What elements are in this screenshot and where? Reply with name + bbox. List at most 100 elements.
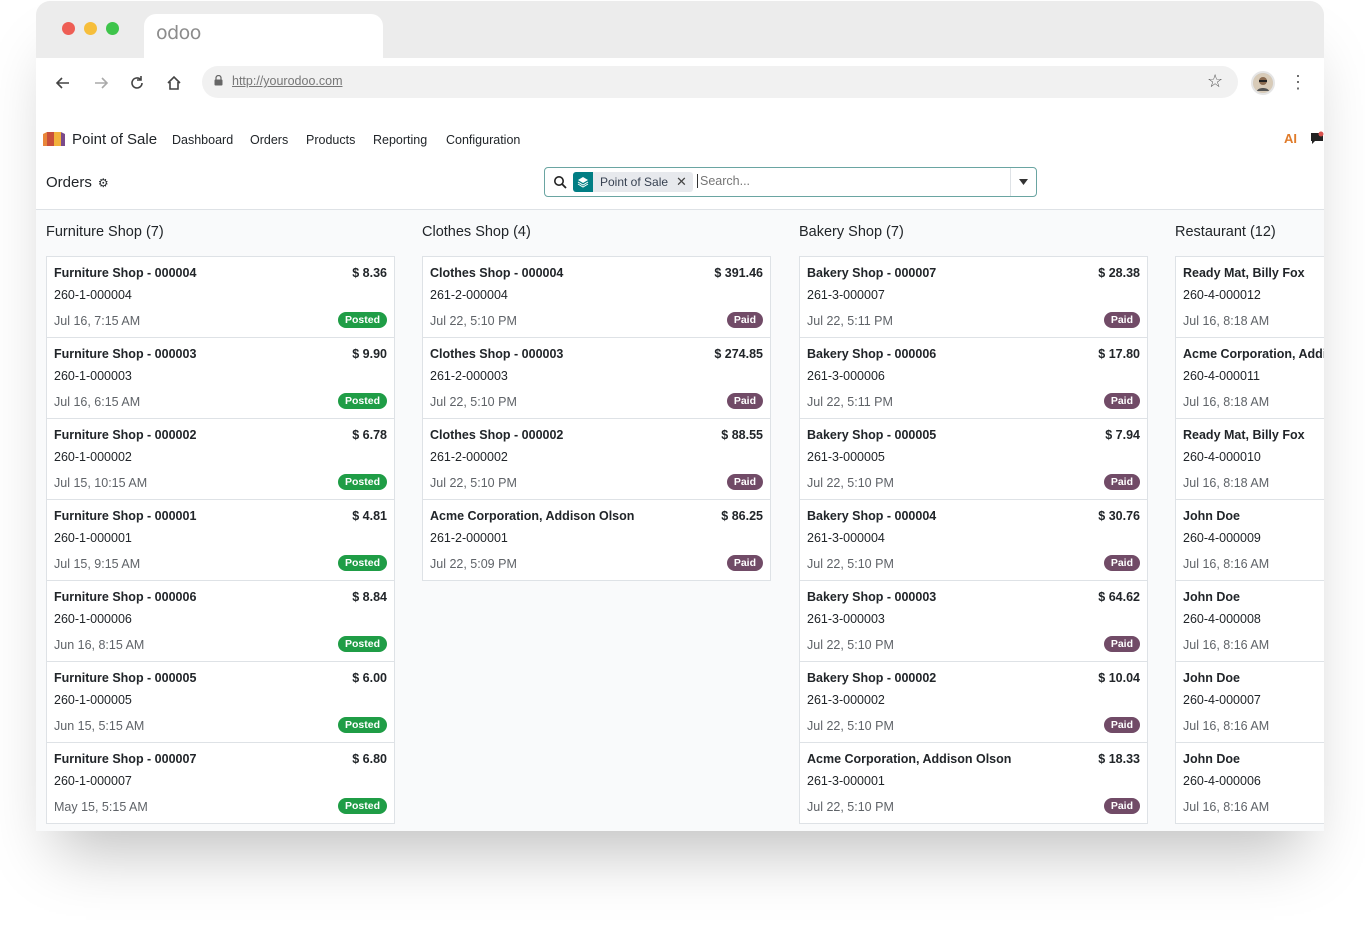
order-card[interactable]: Bakery Shop - 000006 $ 17.80 261-3-000006 J… <box>800 338 1147 419</box>
status-badge: Paid <box>726 312 763 328</box>
order-card[interactable]: Clothes Shop - 000002 $ 88.55 261-2-000002… <box>423 419 770 500</box>
order-amount: $ 7.94 <box>1105 428 1140 442</box>
order-card[interactable]: Ready Mat, Billy Fox 260-4-000010 Jul 16, … <box>1176 419 1324 500</box>
order-card[interactable]: Furniture Shop - 000003 $ 9.90 260-1-00000… <box>47 338 394 419</box>
order-card[interactable]: Furniture Shop - 000005 $ 6.00 260-1-00000… <box>47 662 394 743</box>
order-reference: 261-2-000003 <box>430 369 508 383</box>
order-card[interactable]: Furniture Shop - 000002 $ 6.78 260-1-00000… <box>47 419 394 500</box>
order-reference: 261-3-000001 <box>807 774 885 788</box>
card-list: Clothes Shop - 000004 $ 391.46 261-2-00000… <box>422 256 771 581</box>
order-card[interactable]: Bakery Shop - 000004 $ 30.76 261-3-000004 J… <box>800 500 1147 581</box>
chat-icon[interactable] <box>1310 131 1324 145</box>
menu-configuration[interactable]: Configuration <box>446 133 520 147</box>
gear-icon[interactable]: ⚙ <box>98 176 109 190</box>
kanban-view: Furniture Shop (7) Furniture Shop - 0000… <box>36 210 1324 831</box>
order-card[interactable]: John Doe 260-4-000007 Jul 16, 8:16 AM <box>1176 662 1324 743</box>
facet-label: Point of Sale <box>600 175 669 189</box>
menu-products[interactable]: Products <box>306 133 355 147</box>
order-date: Jul 15, 10:15 AM <box>54 476 148 490</box>
order-card[interactable]: Acme Corporation, Addi 260-4-000011 Jul 16… <box>1176 338 1324 419</box>
url-text: http://yourodoo.com <box>232 74 343 88</box>
profile-avatar[interactable] <box>1251 71 1275 95</box>
order-amount: $ 274.85 <box>714 347 763 361</box>
order-reference: 260-1-000001 <box>54 531 132 545</box>
order-card[interactable]: Bakery Shop - 000002 $ 10.04 261-3-000002 J… <box>800 662 1147 743</box>
order-card[interactable]: Bakery Shop - 000005 $ 7.94 261-3-000005 Ju… <box>800 419 1147 500</box>
order-card[interactable]: Ready Mat, Billy Fox 260-4-000012 Jul 16, … <box>1176 257 1324 338</box>
order-reference: 261-3-000007 <box>807 288 885 302</box>
order-name: Bakery Shop - 000002 <box>807 671 937 685</box>
search-options-toggle[interactable] <box>1010 168 1036 196</box>
status-badge: Paid <box>1103 312 1140 328</box>
address-bar[interactable]: http://yourodoo.com <box>202 66 1238 98</box>
close-window-button[interactable] <box>62 22 75 35</box>
order-name: Bakery Shop - 000005 <box>807 428 937 442</box>
order-card[interactable]: Furniture Shop - 000004 $ 8.36 260-1-00000… <box>47 257 394 338</box>
order-date: Jul 16, 8:16 AM <box>1183 557 1270 571</box>
order-date: Jul 22, 5:10 PM <box>430 395 517 409</box>
order-card[interactable]: John Doe 260-4-000006 Jul 16, 8:16 AM <box>1176 743 1324 823</box>
order-card[interactable]: Furniture Shop - 000006 $ 8.84 260-1-00000… <box>47 581 394 662</box>
status-badge: Paid <box>1103 636 1140 652</box>
order-name: Ready Mat, Billy Fox <box>1183 266 1305 280</box>
menu-dashboard[interactable]: Dashboard <box>172 133 233 147</box>
order-name: Furniture Shop - 000004 <box>54 266 197 280</box>
menu-reporting[interactable]: Reporting <box>373 133 427 147</box>
order-name: Furniture Shop - 000002 <box>54 428 197 442</box>
column-header[interactable]: Bakery Shop (7) <box>799 224 904 240</box>
status-badge: Paid <box>1103 474 1140 490</box>
order-amount: $ 6.00 <box>352 671 387 685</box>
order-card[interactable]: Bakery Shop - 000003 $ 64.62 261-3-000003 J… <box>800 581 1147 662</box>
home-icon[interactable] <box>161 70 187 96</box>
order-reference: 260-1-000002 <box>54 450 132 464</box>
order-name: Clothes Shop - 000002 <box>430 428 564 442</box>
order-name: Furniture Shop - 000007 <box>54 752 197 766</box>
column-header[interactable]: Furniture Shop (7) <box>46 224 164 240</box>
point-of-sale-app-icon[interactable] <box>42 130 66 148</box>
minimize-window-button[interactable] <box>84 22 97 35</box>
browser-tab[interactable]: odoo <box>144 14 383 58</box>
search-input[interactable] <box>697 174 1007 188</box>
order-date: Jul 22, 5:10 PM <box>807 638 894 652</box>
app-name[interactable]: Point of Sale <box>72 131 157 148</box>
order-reference: 261-3-000003 <box>807 612 885 626</box>
order-amount: $ 30.76 <box>1098 509 1140 523</box>
ai-button[interactable]: AI <box>1284 131 1297 146</box>
order-card[interactable]: Bakery Shop - 000007 $ 28.38 261-3-000007 J… <box>800 257 1147 338</box>
order-date: Jul 22, 5:10 PM <box>807 557 894 571</box>
search-bar[interactable]: Point of Sale ✕ <box>544 167 1037 197</box>
reload-icon[interactable] <box>124 70 150 96</box>
order-name: Acme Corporation, Addison Olson <box>430 509 635 523</box>
order-card[interactable]: Clothes Shop - 000004 $ 391.46 261-2-00000… <box>423 257 770 338</box>
card-list: Ready Mat, Billy Fox 260-4-000012 Jul 16, … <box>1175 256 1324 824</box>
status-badge: Paid <box>726 474 763 490</box>
status-badge: Paid <box>1103 555 1140 571</box>
column-header[interactable]: Restaurant (12) <box>1175 224 1276 240</box>
order-card[interactable]: Clothes Shop - 000003 $ 274.85 261-2-00000… <box>423 338 770 419</box>
menu-orders[interactable]: Orders <box>250 133 288 147</box>
order-date: Jul 22, 5:11 PM <box>807 395 893 409</box>
back-icon[interactable] <box>50 70 76 96</box>
order-card[interactable]: John Doe 260-4-000008 Jul 16, 8:16 AM <box>1176 581 1324 662</box>
order-name: Furniture Shop - 000005 <box>54 671 197 685</box>
order-card[interactable]: Furniture Shop - 000007 $ 6.80 260-1-00000… <box>47 743 394 823</box>
order-card[interactable]: John Doe 260-4-000009 Jul 16, 8:16 AM <box>1176 500 1324 581</box>
order-date: Jul 16, 8:18 AM <box>1183 395 1270 409</box>
maximize-window-button[interactable] <box>106 22 119 35</box>
column-header[interactable]: Clothes Shop (4) <box>422 224 531 240</box>
browser-menu-icon[interactable]: ⋮ <box>1289 72 1307 92</box>
status-badge: Paid <box>1103 798 1140 814</box>
order-card[interactable]: Acme Corporation, Addison Olson $ 86.25 26… <box>423 500 770 580</box>
page-title: Orders <box>46 174 92 191</box>
order-card[interactable]: Furniture Shop - 000001 $ 4.81 260-1-00000… <box>47 500 394 581</box>
bookmark-star-icon[interactable]: ☆ <box>1207 71 1223 92</box>
order-card[interactable]: Acme Corporation, Addison Olson $ 18.33 26… <box>800 743 1147 823</box>
search-icon[interactable] <box>553 175 567 189</box>
order-amount: $ 64.62 <box>1098 590 1140 604</box>
remove-facet-icon[interactable]: ✕ <box>676 174 693 190</box>
order-name: Furniture Shop - 000001 <box>54 509 197 523</box>
order-date: May 15, 5:15 AM <box>54 800 148 814</box>
forward-icon[interactable] <box>88 70 114 96</box>
order-amount: $ 8.84 <box>352 590 387 604</box>
order-reference: 260-1-000003 <box>54 369 132 383</box>
